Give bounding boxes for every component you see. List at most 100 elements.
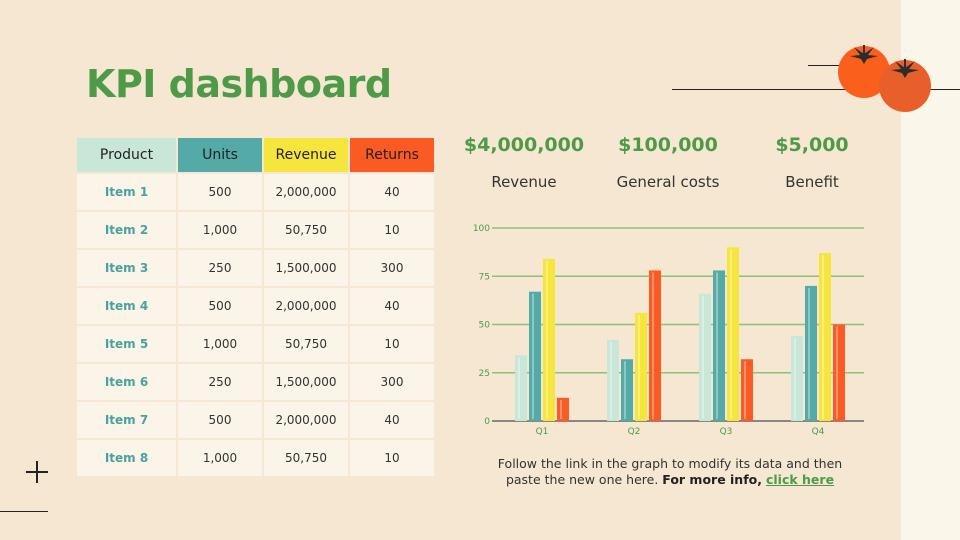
bar bbox=[649, 270, 661, 421]
cell-returns: 10 bbox=[350, 212, 434, 248]
bar-highlight bbox=[822, 255, 824, 419]
table-row: Item 3 250 1,500,000 300 bbox=[77, 250, 434, 286]
bar bbox=[607, 339, 619, 421]
table-row: Item 1 500 2,000,000 40 bbox=[77, 174, 434, 210]
x-tick-label: Q2 bbox=[628, 427, 641, 437]
header-revenue: Revenue bbox=[264, 138, 348, 172]
cell-units: 500 bbox=[178, 288, 262, 324]
cell-revenue: 50,750 bbox=[264, 212, 348, 248]
y-tick-label: 0 bbox=[484, 417, 490, 427]
footnote: Follow the link in the graph to modify i… bbox=[490, 456, 850, 488]
cell-units: 1,000 bbox=[178, 440, 262, 476]
bottom-left-divider bbox=[0, 511, 48, 512]
bar-highlight bbox=[836, 326, 838, 419]
cell-revenue: 2,000,000 bbox=[264, 174, 348, 210]
cell-product: Item 8 bbox=[77, 440, 176, 476]
bar-highlight bbox=[624, 361, 626, 419]
bar bbox=[635, 312, 647, 421]
bar-highlight bbox=[518, 357, 520, 419]
bar bbox=[819, 253, 831, 421]
page-title: KPI dashboard bbox=[86, 62, 392, 106]
tomato-icon bbox=[838, 45, 931, 112]
cell-revenue: 50,750 bbox=[264, 326, 348, 362]
bar bbox=[791, 336, 803, 421]
bar bbox=[621, 359, 633, 421]
bar bbox=[543, 258, 555, 421]
cell-returns: 10 bbox=[350, 440, 434, 476]
cell-product: Item 3 bbox=[77, 250, 176, 286]
cell-revenue: 1,500,000 bbox=[264, 250, 348, 286]
plus-icon bbox=[26, 461, 48, 483]
cell-revenue: 1,500,000 bbox=[264, 364, 348, 400]
table-row: Item 2 1,000 50,750 10 bbox=[77, 212, 434, 248]
bar-highlight bbox=[610, 341, 612, 419]
bar bbox=[741, 359, 753, 421]
cell-product: Item 6 bbox=[77, 364, 176, 400]
bar-highlight bbox=[730, 249, 732, 419]
bar-highlight bbox=[794, 338, 796, 419]
quarterly-bar-chart: 0 25 50 75 100 Q1 Q2 Q3 Q4 bbox=[473, 224, 864, 437]
bar bbox=[557, 397, 569, 421]
bar-highlight bbox=[560, 399, 562, 419]
cell-product: Item 4 bbox=[77, 288, 176, 324]
stat-revenue-value: $4,000,000 bbox=[463, 134, 585, 156]
cell-product: Item 1 bbox=[77, 174, 176, 210]
stat-revenue-label: Revenue bbox=[491, 173, 557, 191]
bar-highlight bbox=[808, 287, 810, 419]
footnote-bold: For more info, bbox=[662, 472, 762, 487]
table-header-row: Product Units Revenue Returns bbox=[77, 138, 434, 172]
cell-returns: 300 bbox=[350, 250, 434, 286]
stat-benefit-label: Benefit bbox=[785, 173, 839, 191]
bar-highlight bbox=[546, 260, 548, 419]
y-tick-label: 50 bbox=[479, 321, 491, 331]
cell-units: 500 bbox=[178, 174, 262, 210]
kpi-table: Product Units Revenue Returns Item 1 500… bbox=[75, 136, 436, 478]
header-units: Units bbox=[178, 138, 262, 172]
cell-units: 250 bbox=[178, 364, 262, 400]
table-row: Item 6 250 1,500,000 300 bbox=[77, 364, 434, 400]
bar bbox=[805, 285, 817, 421]
cell-units: 1,000 bbox=[178, 326, 262, 362]
y-tick-label: 75 bbox=[479, 272, 490, 282]
header-returns: Returns bbox=[350, 138, 434, 172]
stat-benefit: $5,000 Benefit bbox=[737, 134, 887, 191]
bar bbox=[727, 247, 739, 421]
bar bbox=[833, 324, 845, 421]
stat-benefit-value: $5,000 bbox=[775, 134, 849, 156]
cell-returns: 40 bbox=[350, 288, 434, 324]
bar-highlight bbox=[532, 293, 534, 419]
x-tick-label: Q3 bbox=[720, 427, 733, 437]
cell-units: 250 bbox=[178, 250, 262, 286]
cell-units: 500 bbox=[178, 402, 262, 438]
cell-returns: 40 bbox=[350, 402, 434, 438]
bar-highlight bbox=[702, 295, 704, 419]
table-row: Item 5 1,000 50,750 10 bbox=[77, 326, 434, 362]
cell-returns: 300 bbox=[350, 364, 434, 400]
cell-product: Item 5 bbox=[77, 326, 176, 362]
bar bbox=[515, 355, 527, 421]
stat-general-costs-value: $100,000 bbox=[618, 134, 718, 156]
click-here-link[interactable]: click here bbox=[766, 472, 834, 487]
stat-revenue: $4,000,000 Revenue bbox=[449, 134, 599, 191]
cell-revenue: 50,750 bbox=[264, 440, 348, 476]
bar-highlight bbox=[652, 272, 654, 419]
cell-product: Item 2 bbox=[77, 212, 176, 248]
bar-highlight bbox=[744, 361, 746, 419]
stat-general-costs: $100,000 General costs bbox=[593, 134, 743, 191]
cell-revenue: 2,000,000 bbox=[264, 402, 348, 438]
header-product: Product bbox=[77, 138, 176, 172]
cell-product: Item 7 bbox=[77, 402, 176, 438]
x-tick-label: Q4 bbox=[812, 427, 825, 437]
stat-general-costs-label: General costs bbox=[616, 173, 720, 191]
bar-highlight bbox=[716, 272, 718, 419]
table-row: Item 8 1,000 50,750 10 bbox=[77, 440, 434, 476]
table-row: Item 4 500 2,000,000 40 bbox=[77, 288, 434, 324]
y-tick-label: 100 bbox=[473, 224, 490, 234]
cell-returns: 10 bbox=[350, 326, 434, 362]
cell-units: 1,000 bbox=[178, 212, 262, 248]
cell-revenue: 2,000,000 bbox=[264, 288, 348, 324]
cell-returns: 40 bbox=[350, 174, 434, 210]
bar bbox=[713, 270, 725, 421]
bar bbox=[699, 293, 711, 421]
bar bbox=[529, 291, 541, 421]
